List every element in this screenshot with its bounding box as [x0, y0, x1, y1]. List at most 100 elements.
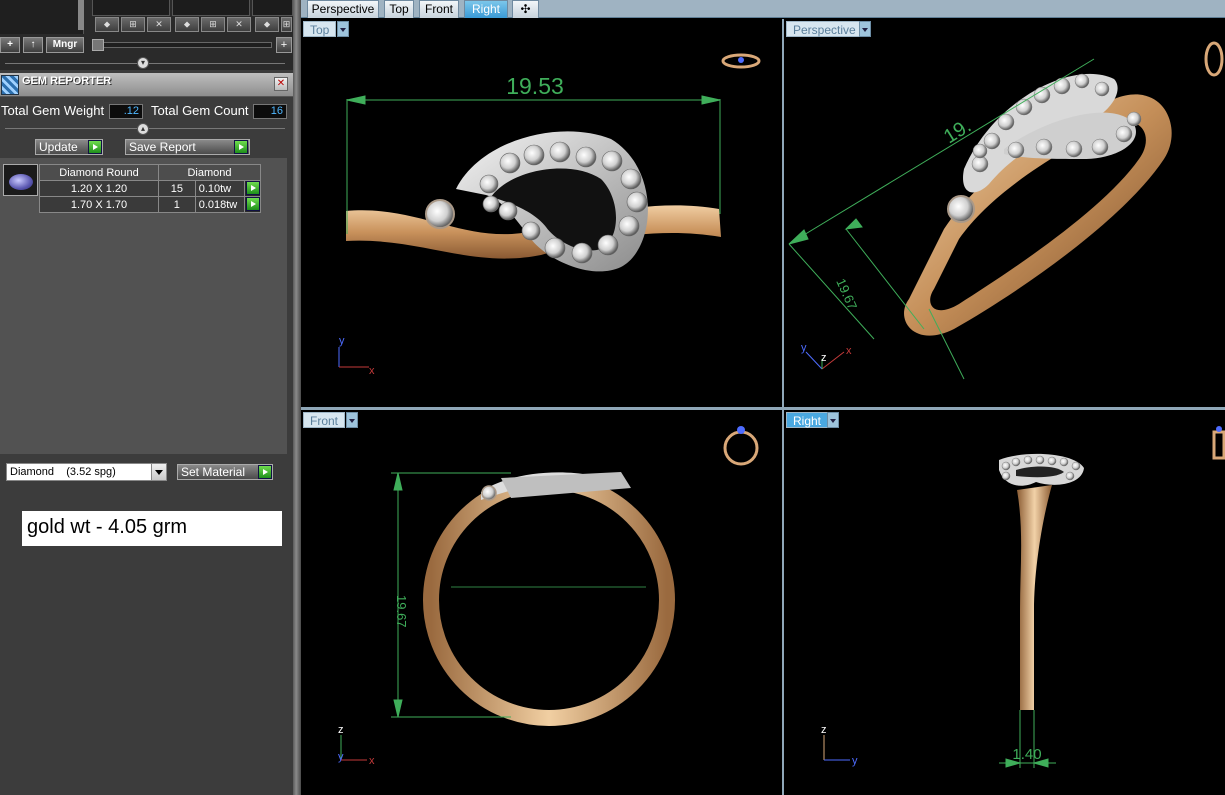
diamond-icon[interactable]: ⬥ [175, 17, 199, 32]
viewport-top-label[interactable]: Top [303, 21, 337, 37]
row-go-button[interactable] [243, 196, 262, 213]
axis-y-label: y [338, 751, 344, 763]
play-icon [245, 197, 260, 211]
viewport-perspective-label[interactable]: Perspective [786, 21, 863, 37]
perspective-view-render: 19. 19.67 y z x [788, 41, 1224, 380]
save-icon[interactable]: ⊞ [121, 17, 145, 32]
chevron-down-icon[interactable] [346, 412, 358, 428]
viewport-top[interactable]: 19.53 y x Top [301, 19, 782, 407]
axis-z-label: z [821, 352, 827, 364]
center-stone [947, 195, 975, 223]
slider-handle[interactable] [92, 39, 104, 51]
move-up-button[interactable]: ↑ [23, 37, 43, 53]
diamond-round-thumbnail[interactable] [3, 164, 38, 196]
tab-perspective[interactable]: Perspective [307, 0, 379, 18]
viewport-right-label[interactable]: Right [786, 412, 829, 428]
viewport-right[interactable]: 1.40 z y Right [784, 410, 1225, 795]
chevron-down-icon[interactable] [151, 464, 166, 480]
dimension-label: 1.40 [1012, 746, 1041, 763]
left-panel: ⬥ ⊞ ✕ ⬥ ⊞ ✕ ⬥ ⊞ + ↑ Mngr + ▾ GEM REPORTE… [0, 0, 293, 795]
gem-size: 1.20 X 1.20 [39, 180, 159, 197]
gem-weight: 0.10tw [194, 180, 245, 197]
tab-top[interactable]: Top [384, 0, 414, 18]
dimension-label: 19. [940, 115, 975, 148]
gem-icon [9, 174, 33, 190]
diamond-icon[interactable]: ⬥ [95, 17, 119, 32]
ring-thumbnail-icon [723, 426, 759, 466]
viewport-perspective[interactable]: 19. 19.67 y z x Perspective [784, 19, 1225, 407]
gem-reporter-header: GEM REPORTER ✕ [0, 73, 293, 97]
axis-indicator: z y x [338, 724, 375, 767]
preset-slot-1[interactable] [92, 0, 170, 16]
collapse-handle[interactable]: ▴ [137, 123, 149, 135]
gem-list: Diamond Round Diamond 1.20 X 1.20 15 0.1… [0, 158, 287, 454]
gem-count: 15 [158, 180, 196, 197]
dimension-label: 19.67 [394, 595, 409, 628]
play-icon [245, 181, 260, 195]
panel-splitter[interactable] [293, 0, 301, 795]
layer-tools: + ↑ Mngr [0, 37, 84, 53]
layer-list[interactable] [0, 0, 84, 34]
column-header-type: Diamond [158, 164, 261, 181]
gem-size: 1.70 X 1.70 [39, 196, 159, 213]
preset-controls-3: ⬥ ⊞ [255, 17, 292, 32]
preset-controls-1: ⬥ ⊞ ✕ [95, 17, 171, 32]
dimension-label: 19.53 [506, 73, 564, 99]
ring-band [423, 474, 675, 726]
center-stone [425, 199, 455, 229]
update-go-icon[interactable] [88, 140, 102, 154]
axis-indicator: y z x [801, 342, 852, 370]
add-tab-icon[interactable]: ✣ [512, 0, 539, 18]
gem-reporter-title: GEM REPORTER [22, 75, 112, 87]
front-view-render: 19.67 z y x [338, 426, 759, 767]
add-preset-button[interactable]: + [276, 37, 292, 53]
save-icon[interactable]: ⊞ [281, 17, 292, 32]
add-button[interactable]: + [0, 37, 20, 53]
center-stone [481, 485, 497, 501]
axis-x-label: x [369, 755, 375, 767]
table-row[interactable]: 1.20 X 1.20 15 0.10tw [39, 180, 262, 197]
total-gem-count-label: Total Gem Count [151, 103, 249, 118]
close-icon[interactable]: ✕ [147, 17, 171, 32]
tab-right[interactable]: Right [464, 0, 508, 18]
row-go-button[interactable] [243, 180, 262, 197]
set-material-label: Set Material [181, 465, 246, 479]
save-icon[interactable]: ⊞ [201, 17, 225, 32]
viewport-front[interactable]: 19.67 z y x Front [301, 410, 782, 795]
dimension-label: 19.67 [833, 276, 860, 312]
diamond-icon[interactable]: ⬥ [255, 17, 279, 32]
slider-track[interactable] [92, 42, 272, 48]
axis-x-label: x [369, 365, 375, 377]
save-report-button[interactable]: Save Report [125, 139, 250, 155]
save-report-label: Save Report [129, 140, 196, 154]
gold-weight-note: gold wt - 4.05 grm [22, 511, 282, 546]
manager-button[interactable]: Mngr [46, 37, 84, 53]
preset-slot-2[interactable] [172, 0, 250, 16]
axis-z-label: z [821, 724, 827, 736]
chevron-down-icon[interactable] [859, 21, 871, 37]
close-icon[interactable]: ✕ [274, 77, 288, 91]
top-view-render: 19.53 y x [338, 53, 761, 377]
chevron-down-icon[interactable] [827, 412, 839, 428]
gem-count: 1 [158, 196, 196, 213]
axis-y-label: y [339, 335, 345, 347]
table-row[interactable]: 1.70 X 1.70 1 0.018tw [39, 196, 262, 213]
tab-front[interactable]: Front [419, 0, 459, 18]
chevron-down-icon[interactable] [337, 21, 349, 37]
material-select[interactable]: Diamond (3.52 spg) [6, 463, 167, 481]
scrollbar-thumb[interactable] [78, 0, 84, 30]
total-gem-count-value: 16 [253, 104, 287, 119]
update-label: Update [39, 140, 78, 154]
set-material-go-icon[interactable] [258, 465, 272, 479]
axis-x-label: x [846, 345, 852, 357]
save-report-go-icon[interactable] [234, 140, 248, 154]
right-view-render: 1.40 z y [821, 426, 1225, 768]
close-icon[interactable]: ✕ [227, 17, 251, 32]
preset-slot-3[interactable] [252, 0, 293, 16]
material-select-value: Diamond (3.52 spg) [10, 466, 116, 478]
collapse-handle[interactable]: ▾ [137, 57, 149, 69]
viewport-front-label[interactable]: Front [303, 412, 346, 428]
total-gem-weight-label: Total Gem Weight [1, 103, 105, 118]
ring-thumbnail-icon [1204, 41, 1224, 77]
ring-thumbnail-icon [1212, 426, 1225, 460]
